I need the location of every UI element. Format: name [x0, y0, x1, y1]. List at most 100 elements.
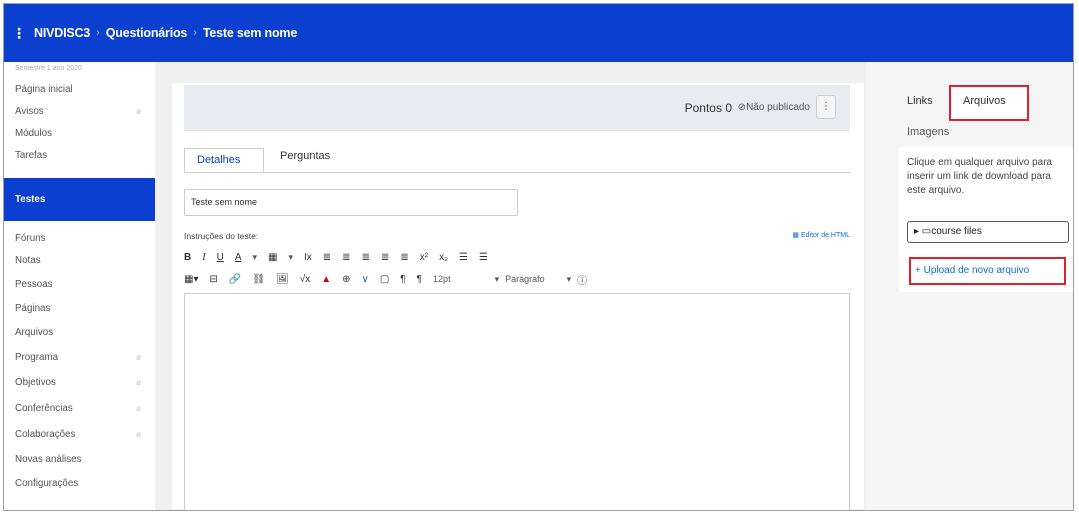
points-display: Pontos 0 — [685, 101, 732, 115]
bold-button[interactable]: B — [184, 252, 191, 263]
chevron-down-icon[interactable]: ▾ — [288, 252, 293, 263]
sidebar-item-tarefas[interactable]: Tarefas — [4, 144, 155, 166]
editor-toolbar-row-2: ▦▾ ⊟ 🔗 ⛓ 🖼 √x ▲ ⊕ ∨ ▢ ¶ ¶ 12pt ▾ Parágra… — [184, 270, 598, 288]
sidebar-item-novas-analises[interactable]: Novas análises — [4, 448, 155, 470]
hidden-eye-icon: ø — [136, 403, 141, 413]
clear-format-button[interactable]: Ix — [304, 252, 312, 263]
rtl-paragraph-icon[interactable]: ¶ — [417, 274, 422, 285]
unpublished-icon: ⊘ — [737, 102, 747, 113]
superscript-button[interactable]: x² — [420, 252, 428, 263]
breadcrumb-separator: › — [193, 27, 197, 39]
chevron-down-icon[interactable]: ▾ — [567, 274, 572, 285]
unlink-icon[interactable]: ⛓ — [252, 274, 265, 285]
sidebar-item-configuracoes[interactable]: Configurações — [4, 472, 155, 494]
upload-new-file-link[interactable]: + Upload de novo arquivo — [909, 257, 1066, 285]
sidebar-item-arquivos[interactable]: Arquivos — [4, 321, 155, 343]
instructions-label: Instruções do teste: — [184, 231, 259, 241]
chevron-down-icon[interactable]: ▾ — [252, 252, 257, 263]
tab-links[interactable]: Links — [907, 95, 933, 107]
points-label: Pontos — [684, 101, 722, 115]
sidebar-item-colaboracoes[interactable]: Colaborações ø — [4, 423, 155, 445]
app-frame: ⋮ NIVDISC3 › Questionários › Teste sem n… — [3, 3, 1074, 511]
sidebar-item-label: Conferências — [15, 402, 73, 414]
breadcrumb-quizzes[interactable]: Questionários — [106, 26, 188, 40]
link-icon[interactable]: 🔗 — [229, 274, 241, 285]
accessibility-icon[interactable]: ⓘ — [577, 272, 587, 287]
paragraph-format-select[interactable]: Parágrafo — [505, 274, 545, 284]
quiz-edit-card: Pontos 0 ⊘Não publicado ⋮ Detalhes Pergu… — [172, 83, 864, 510]
html-editor-link[interactable]: ▦ Editor de HTML — [792, 231, 850, 239]
sidebar-item-modulos[interactable]: Módulos — [4, 122, 155, 144]
text-color-button[interactable]: A — [235, 252, 242, 263]
v-app-icon[interactable]: ∨ — [362, 274, 369, 285]
align-left-button[interactable]: ≣ — [323, 252, 331, 263]
sidebar-item-label: Testes — [15, 194, 46, 205]
youtube-icon[interactable]: ▲ — [321, 274, 331, 285]
sidebar-item-testes[interactable]: Testes — [4, 178, 155, 221]
content-selector-panel: Links Arquivos Imagens Clique em qualque… — [866, 62, 1073, 510]
background-color-button[interactable]: ▦ — [268, 252, 277, 263]
points-value: 0 — [725, 101, 732, 115]
sidebar-item-label: Notas — [15, 254, 41, 266]
quiz-header-bar: Pontos 0 ⊘Não publicado ⋮ — [184, 85, 850, 131]
numbered-list-button[interactable]: ☰ — [479, 252, 488, 263]
hidden-eye-icon: ø — [136, 429, 141, 439]
media-button[interactable]: ⊟ — [209, 274, 217, 285]
course-menu-icon[interactable]: ⋮ — [4, 25, 34, 42]
tab-imagens[interactable]: Imagens — [907, 126, 949, 138]
files-pane: Clique em qualquer arquivo para inserir … — [899, 147, 1073, 292]
tool-icon[interactable]: ⊕ — [342, 274, 350, 285]
sidebar-item-label: Página inicial — [15, 83, 73, 95]
sidebar-item-objetivos[interactable]: Objetivos ø — [4, 371, 155, 393]
hidden-eye-icon: ø — [136, 377, 141, 387]
html-editor-link-label: Editor de HTML — [800, 232, 850, 239]
sidebar-item-avisos[interactable]: Avisos ø — [4, 100, 155, 122]
breadcrumb-separator: › — [96, 27, 100, 39]
equation-icon[interactable]: √x — [300, 274, 311, 285]
quiz-tabs: Detalhes Perguntas — [184, 141, 850, 173]
sidebar-item-notas[interactable]: Notas — [4, 249, 155, 271]
editor-toolbar-row-1: B I U A ▾ ▦ ▾ Ix ≣ ≣ ≣ ≣ ≣ x² x₂ ☰ ☰ — [184, 248, 499, 266]
sidebar-item-label: Pessoas — [15, 278, 53, 290]
sidebar-item-conferencias[interactable]: Conferências ø — [4, 397, 155, 419]
sidebar-item-paginas[interactable]: Páginas — [4, 297, 155, 319]
tab-detalhes[interactable]: Detalhes — [184, 148, 264, 172]
quiz-title-input[interactable]: Teste sem nome — [184, 189, 518, 216]
publish-status-label: Não publicado — [746, 102, 810, 113]
sidebar-item-label: Páginas — [15, 302, 51, 314]
course-sidebar: Semestre 1 ano 2020 Página inicial Aviso… — [4, 62, 155, 510]
tab-perguntas[interactable]: Perguntas — [280, 150, 330, 162]
top-bar: ⋮ NIVDISC3 › Questionários › Teste sem n… — [4, 4, 1073, 62]
align-center-button[interactable]: ≣ — [342, 252, 350, 263]
chevron-down-icon[interactable]: ▾ — [495, 274, 500, 285]
instructions-editor[interactable] — [184, 293, 850, 510]
image-icon[interactable]: 🖼 — [276, 274, 289, 285]
course-files-folder[interactable]: ▸ ▭course files — [907, 221, 1069, 243]
align-justify-button[interactable]: ≣ — [381, 252, 389, 263]
embed-icon[interactable]: ▢ — [380, 274, 389, 285]
table-button[interactable]: ▦▾ — [184, 274, 198, 285]
breadcrumb-course[interactable]: NIVDISC3 — [34, 26, 90, 40]
sidebar-item-pagina-inicial[interactable]: Página inicial — [4, 78, 155, 100]
sidebar-item-foruns[interactable]: Fóruns — [4, 227, 155, 249]
tab-arquivos[interactable]: Arquivos — [949, 85, 1029, 121]
sidebar-item-label: Programa — [15, 351, 59, 363]
sidebar-item-label: Fóruns — [15, 232, 46, 244]
ltr-paragraph-icon[interactable]: ¶ — [400, 274, 405, 285]
more-options-button[interactable]: ⋮ — [816, 95, 836, 119]
align-right-button[interactable]: ≣ — [362, 252, 370, 263]
sidebar-item-label: Arquivos — [15, 326, 54, 338]
sidebar-item-label: Colaborações — [15, 428, 76, 440]
breadcrumb-current: Teste sem nome — [202, 26, 298, 40]
italic-button[interactable]: I — [202, 252, 205, 263]
underline-button[interactable]: U — [217, 252, 224, 263]
bullet-list-button[interactable]: ☰ — [459, 252, 468, 263]
subscript-button[interactable]: x₂ — [439, 252, 448, 263]
files-help-text: Clique em qualquer arquivo para inserir … — [907, 157, 1053, 196]
sidebar-item-programa[interactable]: Programa ø — [4, 346, 155, 368]
semester-label: Semestre 1 ano 2020 — [15, 65, 82, 72]
font-size-select[interactable]: 12pt — [433, 274, 451, 284]
publish-status[interactable]: ⊘Não publicado — [738, 102, 810, 113]
indent-button[interactable]: ≣ — [400, 252, 408, 263]
sidebar-item-pessoas[interactable]: Pessoas — [4, 273, 155, 295]
